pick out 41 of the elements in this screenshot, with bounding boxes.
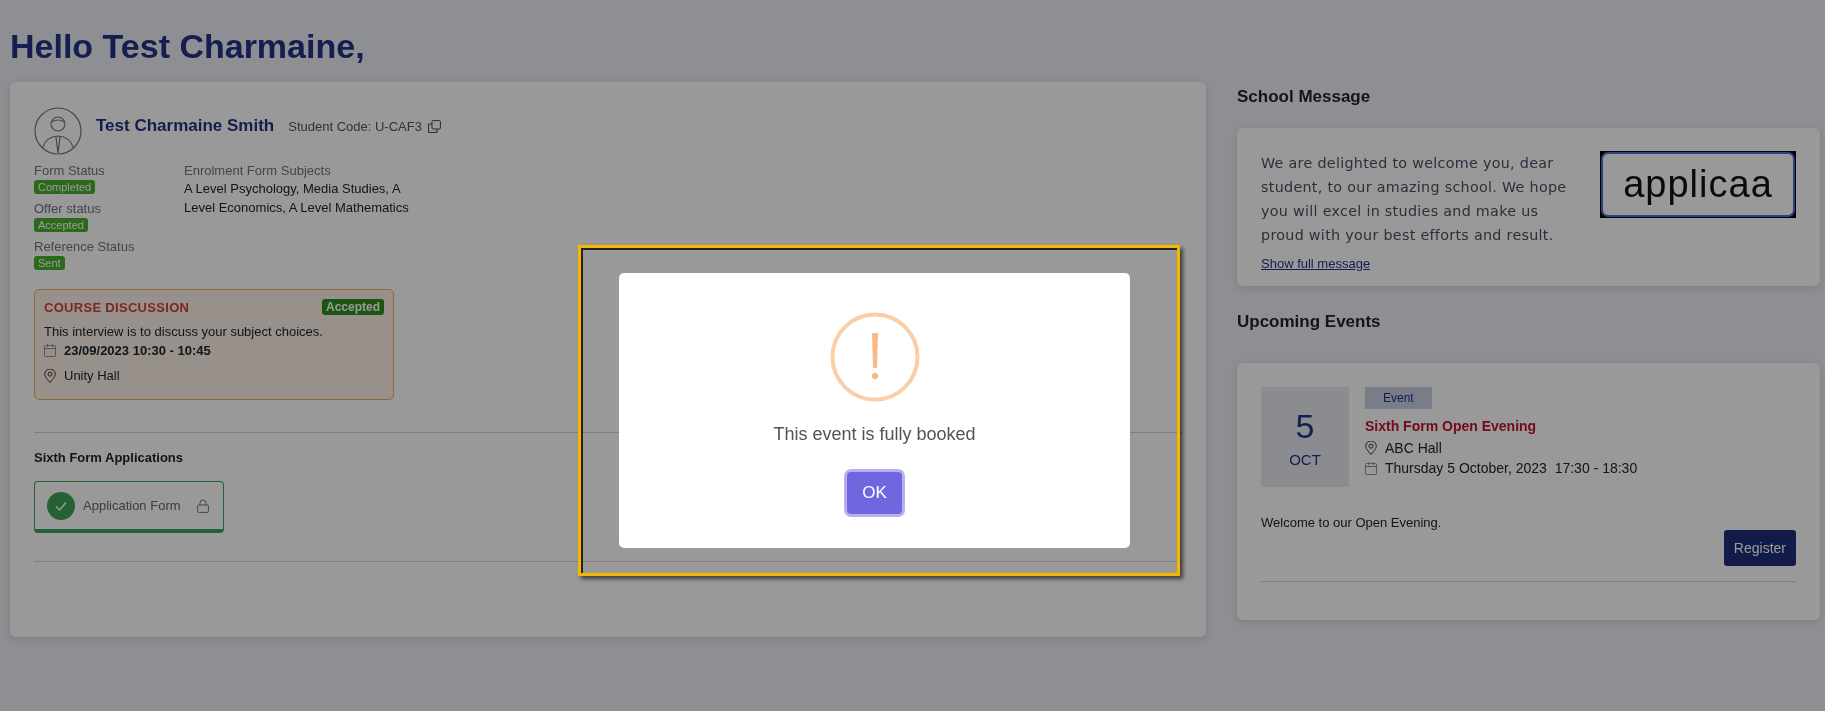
status-label: Reference Status	[34, 239, 136, 255]
student-code: Student Code: U-CAF3	[288, 119, 422, 134]
event-day: 5	[1295, 406, 1315, 445]
application-label: Application Form	[83, 498, 182, 513]
status-badge: Completed	[34, 180, 96, 194]
section-heading: School Message	[1237, 87, 1372, 107]
status-label: Offer status	[34, 201, 102, 217]
copy-icon[interactable]	[427, 120, 441, 133]
interview-location: Unity Hall	[64, 368, 120, 383]
ok-button[interactable]: OK	[847, 472, 902, 514]
status-label: Form Status	[34, 163, 106, 179]
calendar-icon	[1365, 461, 1377, 475]
application-tile[interactable]: Application Form	[34, 481, 224, 533]
applications-heading: Sixth Form Applications	[34, 450, 185, 465]
avatar-icon	[34, 107, 82, 155]
subjects-text: A Level Psychology, Media Studies, A Level Economics, A Level Mathematics	[184, 180, 410, 217]
greeting-heading: Hello Test Charmaine,	[10, 26, 366, 66]
interview-datetime: 23/09/2023 10:30 - 10:45	[64, 343, 211, 358]
event-datetime: Thursday 5 October, 2023 17:30 - 18:30	[1385, 460, 1638, 476]
interview-status-badge: Accepted	[321, 299, 384, 315]
register-button[interactable]: Register	[1723, 530, 1796, 566]
warning-icon	[829, 312, 920, 402]
interview-title: COURSE DISCUSSION	[44, 299, 190, 315]
message-text: We are delighted to welcome you, dear student, to our amazing school. We hope you will excel in studies and make us proud with your best efforts and result.	[1261, 154, 1568, 245]
event-tag: Event	[1365, 387, 1432, 409]
event-location: ABC Hall	[1385, 440, 1442, 456]
interview-description: This interview is to discuss your subject choices.	[44, 324, 324, 339]
section-heading: Upcoming Events	[1237, 312, 1382, 332]
subjects-label: Enrolment Form Subjects	[184, 163, 332, 179]
location-pin-icon	[1365, 441, 1377, 455]
event-month: OCT	[1289, 450, 1321, 468]
status-badge: Accepted	[34, 218, 88, 232]
status-badge: Sent	[34, 256, 65, 270]
location-pin-icon	[44, 368, 56, 383]
student-name: Test Charmaine Smith	[96, 116, 275, 136]
event-description: Welcome to our Open Evening.	[1261, 515, 1443, 530]
dialog-message: This event is fully booked	[773, 424, 976, 445]
event-title: Sixth Form Open Evening	[1365, 418, 1538, 434]
show-message-link[interactable]: Show full message	[1261, 256, 1371, 271]
calendar-icon	[44, 344, 56, 357]
school-logo: applicaa	[1601, 152, 1795, 217]
